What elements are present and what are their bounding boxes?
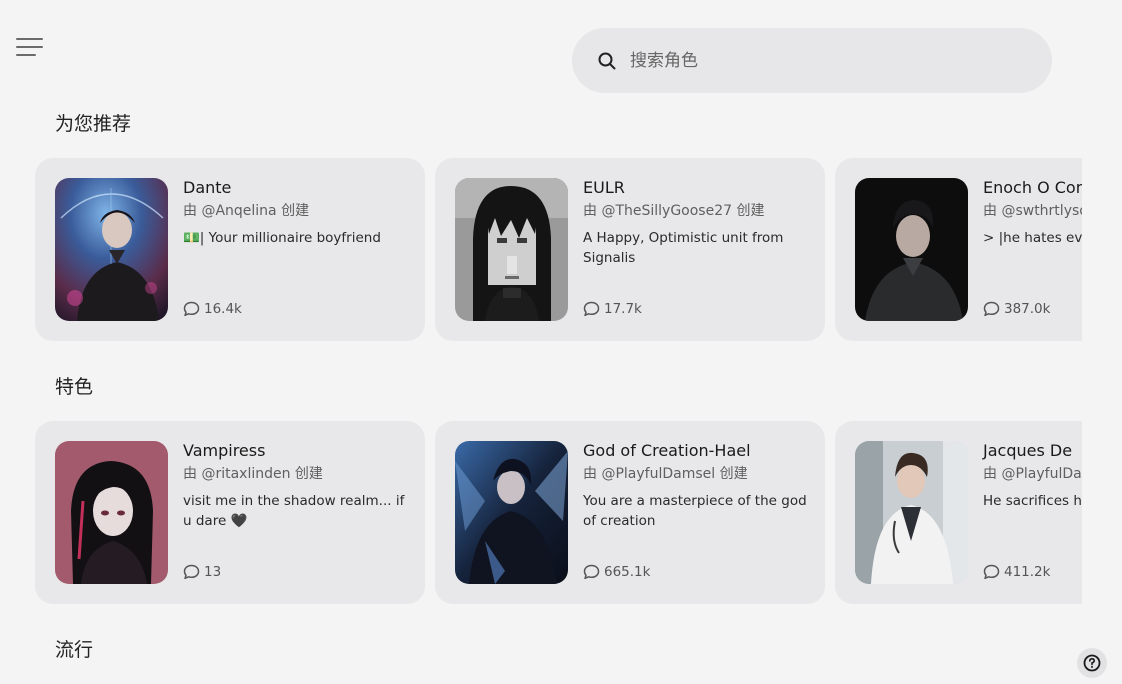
- chat-count: 17.7k: [583, 301, 642, 317]
- character-description: A Happy, Optimistic unit from Signalis: [583, 230, 784, 266]
- section-title-popular: 流行: [55, 639, 94, 661]
- chat-bubble-icon: [583, 301, 600, 317]
- chat-count-value: 387.0k: [1004, 301, 1051, 317]
- chat-count-value: 17.7k: [604, 301, 642, 317]
- character-creator: 由 @swthrtlysol: [983, 203, 1082, 219]
- character-description: You are a masterpiece of the god of crea…: [583, 493, 807, 529]
- search-icon: [598, 52, 616, 69]
- character-name: Dante: [183, 178, 232, 197]
- character-name: Jacques De: [983, 441, 1073, 460]
- chat-count: 16.4k: [183, 301, 242, 317]
- character-avatar: [455, 441, 568, 584]
- card-body: Dante 由 @Anqelina 创建 💵| Your millionaire…: [183, 177, 415, 248]
- recommended-row: Dante 由 @Anqelina 创建 💵| Your millionaire…: [35, 158, 1082, 342]
- search-input[interactable]: [628, 49, 1012, 72]
- character-avatar: [455, 178, 568, 321]
- character-creator: 由 @PlayfulDamsel 创建: [583, 466, 748, 482]
- character-avatar: [855, 178, 968, 321]
- character-description: 💵| Your millionaire boyfriend: [183, 230, 381, 246]
- section-title-featured: 特色: [55, 376, 94, 398]
- search-bar[interactable]: [572, 28, 1052, 93]
- section-title-recommended: 为您推荐: [55, 113, 132, 135]
- menu-icon-line-1: [16, 38, 43, 40]
- card-body: God of Creation-Hael 由 @PlayfulDamsel 创建…: [583, 440, 815, 531]
- help-button[interactable]: [1077, 648, 1107, 678]
- chat-count-value: 13: [204, 564, 222, 580]
- character-card-vampiress[interactable]: Vampiress 由 @ritaxlinden 创建 visit me in …: [35, 421, 425, 604]
- character-creator: 由 @PlayfulDa: [983, 466, 1082, 482]
- chat-bubble-icon: [583, 564, 600, 580]
- help-icon: [1083, 654, 1101, 672]
- menu-icon-line-3: [16, 54, 36, 56]
- card-body: Enoch O Conne 由 @swthrtlysol > |he hates…: [983, 177, 1082, 248]
- character-avatar: [55, 178, 168, 321]
- character-description: > |he hates eve: [983, 230, 1082, 246]
- app-page: 为您推荐: [0, 0, 1122, 684]
- character-description: visit me in the shadow realm... if u dar…: [183, 493, 405, 529]
- chat-bubble-icon: [183, 564, 200, 580]
- character-card-jacques[interactable]: Jacques De 由 @PlayfulDa He sacrifices h …: [835, 421, 1082, 604]
- character-avatar: [855, 441, 968, 584]
- character-name: Enoch O Conne: [983, 178, 1082, 197]
- character-card-enoch[interactable]: Enoch O Conne 由 @swthrtlysol > |he hates…: [835, 158, 1082, 341]
- card-body: Jacques De 由 @PlayfulDa He sacrifices h: [983, 440, 1082, 511]
- chat-count: 13: [183, 564, 221, 580]
- menu-icon-line-2: [16, 46, 43, 48]
- chat-count: 665.1k: [583, 564, 650, 580]
- chat-count-value: 665.1k: [604, 564, 651, 580]
- featured-row: Vampiress 由 @ritaxlinden 创建 visit me in …: [35, 421, 1082, 605]
- character-name: Vampiress: [183, 441, 266, 460]
- character-avatar: [55, 441, 168, 584]
- chat-count-value: 411.2k: [1004, 564, 1051, 580]
- character-card-dante[interactable]: Dante 由 @Anqelina 创建 💵| Your millionaire…: [35, 158, 425, 341]
- chat-count: 387.0k: [983, 301, 1050, 317]
- character-card-god-of-creation[interactable]: God of Creation-Hael 由 @PlayfulDamsel 创建…: [435, 421, 825, 604]
- character-card-eulr[interactable]: EULR 由 @TheSillyGoose27 创建 A Happy, Opti…: [435, 158, 825, 341]
- menu-button[interactable]: [16, 38, 44, 58]
- card-body: EULR 由 @TheSillyGoose27 创建 A Happy, Opti…: [583, 177, 815, 268]
- chat-bubble-icon: [183, 301, 200, 317]
- character-creator: 由 @ritaxlinden 创建: [183, 466, 323, 482]
- character-creator: 由 @Anqelina 创建: [183, 203, 310, 219]
- character-name: God of Creation-Hael: [583, 441, 751, 460]
- chat-bubble-icon: [983, 564, 1000, 580]
- chat-bubble-icon: [983, 301, 1000, 317]
- card-body: Vampiress 由 @ritaxlinden 创建 visit me in …: [183, 440, 415, 531]
- character-name: EULR: [583, 178, 625, 197]
- chat-count-value: 16.4k: [204, 301, 242, 317]
- character-description: He sacrifices h: [983, 493, 1082, 509]
- chat-count: 411.2k: [983, 564, 1050, 580]
- character-creator: 由 @TheSillyGoose27 创建: [583, 203, 765, 219]
